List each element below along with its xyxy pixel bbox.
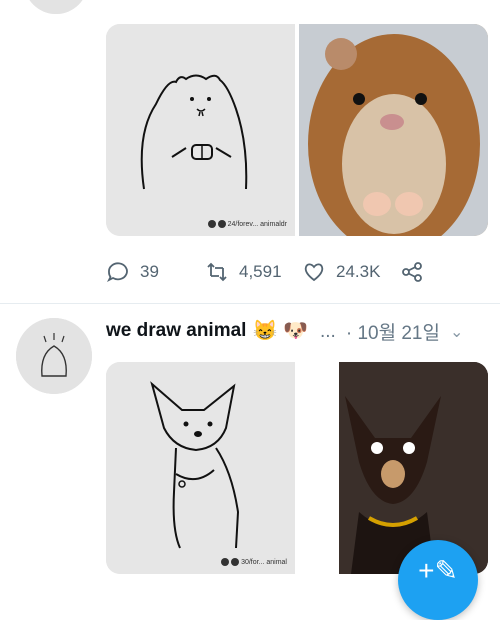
tweet-date[interactable]: · 10월 21일 [346,318,440,345]
tweet1-media[interactable]: 24/forev... animaldr [106,24,488,236]
share-button[interactable] [400,260,424,284]
watermark: 30/for... animal [221,558,287,566]
avatar-tweet2[interactable] [16,318,92,394]
hamster-photo[interactable] [299,24,488,236]
like-count: 24.3K [336,262,381,281]
handle-ellipsis: ... [320,320,336,342]
reply-icon [106,262,128,283]
like-button[interactable]: 24.3K [302,260,380,284]
twitter-icon [231,558,240,566]
watermark: 24/forev... animaldr [207,220,287,228]
display-name-text: we draw animal [106,319,247,341]
avatar-tweet1[interactable] [24,0,88,14]
instagram-icon [207,220,216,228]
chevron-down-icon[interactable]: ⌄ [450,322,463,342]
heart-icon [304,263,324,282]
grinning-cat-emoji: 😸 [252,320,278,342]
twitter-icon [217,220,226,228]
dog-sketch-image[interactable]: 30/for... animal [106,362,295,574]
retweet-button[interactable]: 4,591 [205,260,282,284]
bear-sketch-image[interactable]: 24/forev... animaldr [106,24,295,236]
retweet-count: 4,591 [239,262,282,281]
retweet-icon [207,262,227,282]
quill-plus-icon: +✎ [418,555,458,586]
watermark-text: 24/forev... animaldr [227,220,287,228]
share-icon [402,262,422,282]
reply-count: 39 [140,262,159,281]
watermark-text: 30/for... animal [241,558,287,566]
compose-tweet-button[interactable]: +✎ [398,540,478,620]
tweet-meta: ... · 10월 21일 ⌄ [320,318,463,345]
chihuahua-photo[interactable] [299,362,488,574]
instagram-icon [221,558,230,566]
dog-face-emoji: 🐶 [283,320,309,342]
tweet-divider [0,303,500,304]
display-name[interactable]: we draw animal 😸 🐶 [106,318,308,343]
reply-button[interactable]: 39 [106,260,159,284]
